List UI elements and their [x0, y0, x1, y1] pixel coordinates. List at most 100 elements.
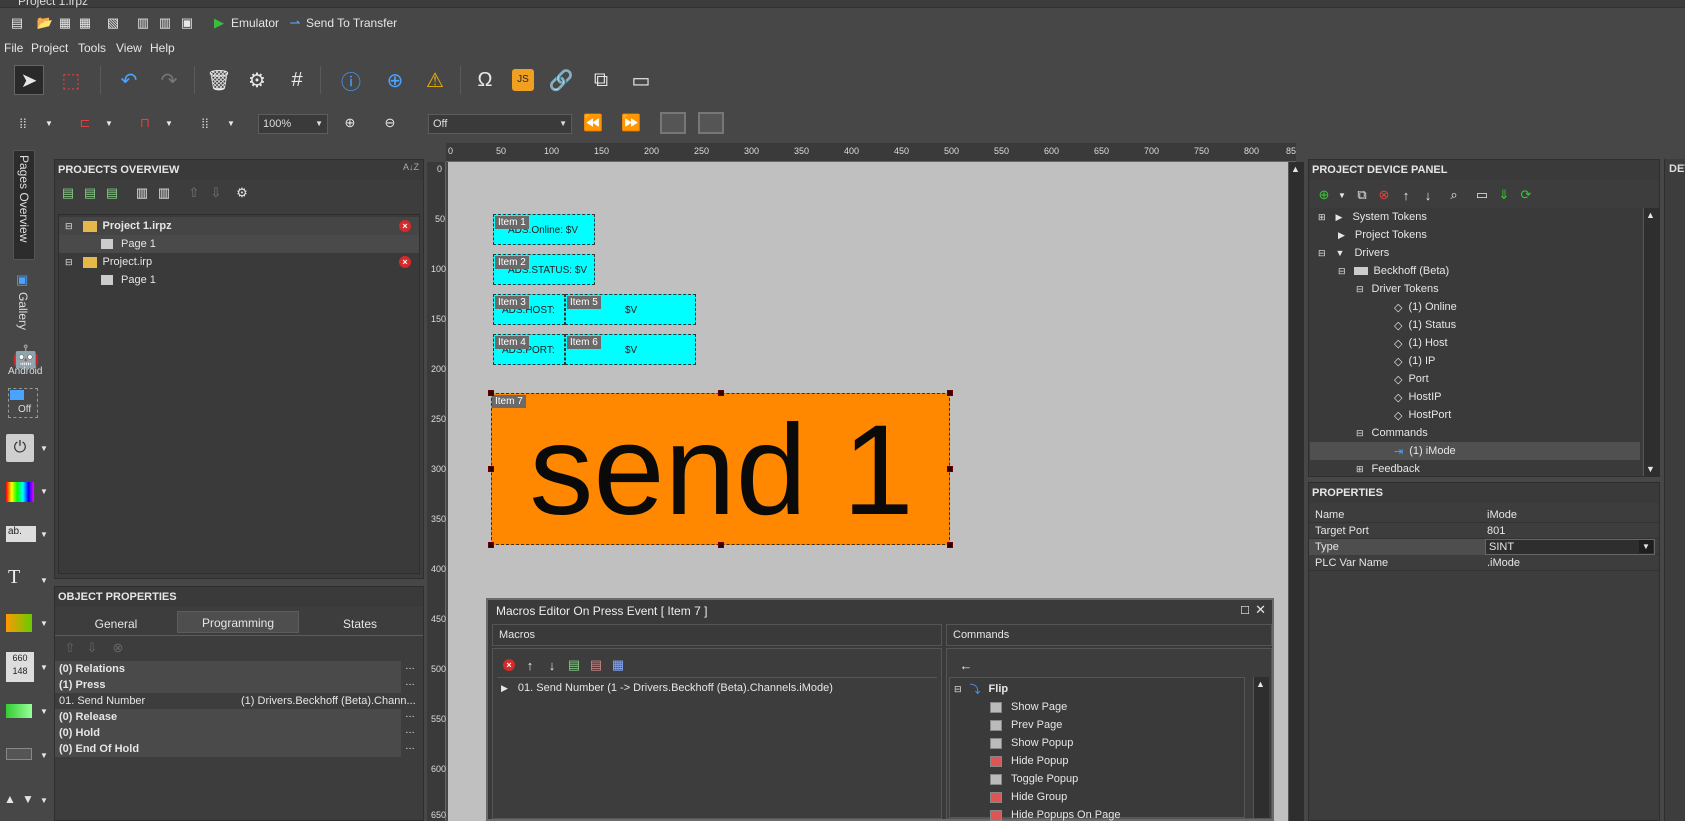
omega-icon[interactable]: Ω: [470, 65, 500, 95]
arrow-up-icon[interactable]: ↑: [1397, 186, 1415, 204]
tree-item-port[interactable]: ◇ Port: [1310, 370, 1640, 388]
layout-icon[interactable]: ⧉: [586, 65, 616, 95]
gallery-tab[interactable]: Gallery: [16, 292, 30, 330]
add-driver-icon[interactable]: ⊕: [1315, 186, 1333, 204]
tree-item-hostip[interactable]: ◇ HostIP: [1310, 388, 1640, 406]
more-button[interactable]: …: [405, 741, 415, 752]
property-row-type[interactable]: Type SINT ▼: [1309, 539, 1659, 555]
tree-item-project-1[interactable]: ⊟ Project 1.irpz: [59, 217, 419, 235]
settings-icon[interactable]: ⚙: [242, 65, 272, 95]
keyboard-icon[interactable]: ▭: [1473, 186, 1491, 204]
more-button[interactable]: …: [405, 661, 415, 672]
zoom-out-icon[interactable]: ⊖: [381, 114, 399, 132]
dropdown-arrow-icon[interactable]: ▼: [222, 114, 240, 132]
expand-icon[interactable]: ⊞: [1318, 212, 1326, 223]
macro-row[interactable]: ▶ 01. Send Number (1 -> Drivers.Beckhoff…: [501, 679, 931, 697]
tree-item-host[interactable]: ◇ (1) Host: [1310, 334, 1640, 352]
canvas-item-5[interactable]: $V Item 5: [565, 294, 696, 325]
numeric-icon[interactable]: 660 148: [6, 652, 34, 682]
chevron-down-icon[interactable]: ▼: [40, 576, 48, 585]
tab-states[interactable]: States: [299, 613, 421, 635]
tab-general[interactable]: General: [55, 613, 177, 635]
collapse-icon[interactable]: ⊟: [1356, 428, 1364, 439]
menu-project[interactable]: Project: [31, 41, 68, 55]
command-toggle-popup[interactable]: Toggle Popup: [990, 770, 1078, 788]
collapse-icon[interactable]: ⊟: [1338, 266, 1346, 277]
command-hide-group[interactable]: Hide Group: [990, 788, 1067, 806]
frame-icon[interactable]: ▭: [626, 65, 656, 95]
canvas-item-1[interactable]: ADS.Online: $V Item 1: [493, 214, 595, 245]
commands-scrollbar[interactable]: ▲: [1253, 677, 1269, 818]
gallery-icon[interactable]: ▣: [16, 272, 28, 288]
more-button[interactable]: …: [405, 677, 415, 688]
menu-view[interactable]: View: [116, 41, 142, 55]
canvas-item-3[interactable]: ADS.HOST: Item 3: [493, 294, 565, 325]
chevron-down-icon[interactable]: ▼: [1333, 186, 1351, 204]
arrow-down-icon[interactable]: ↓: [1419, 186, 1437, 204]
download-icon[interactable]: ⇓: [1495, 186, 1513, 204]
end-of-hold-row[interactable]: (0) End Of Hold: [55, 741, 401, 757]
chevron-down-icon[interactable]: ▼: [1639, 540, 1653, 553]
dropdown-arrow-icon[interactable]: ▼: [160, 114, 178, 132]
target-icon[interactable]: ⊕: [380, 65, 410, 95]
macro-add-icon[interactable]: ▤: [565, 656, 583, 674]
press-row[interactable]: (1) Press: [55, 677, 401, 693]
resize-handle[interactable]: [718, 542, 724, 548]
tree-item-ip[interactable]: ◇ (1) IP: [1310, 352, 1640, 370]
save-icon[interactable]: ▦: [56, 14, 74, 32]
tree-item-beckhoff[interactable]: ⊟ Beckhoff (Beta): [1310, 262, 1640, 280]
send-number-row[interactable]: 01. Send Number (1) Drivers.Beckhoff (Be…: [55, 693, 419, 709]
collapse-icon[interactable]: ⊟: [954, 684, 962, 695]
resize-handle[interactable]: [947, 542, 953, 548]
move-down-icon[interactable]: ⇩: [83, 639, 101, 657]
macro-remove-icon[interactable]: ▤: [587, 656, 605, 674]
resize-handle[interactable]: [947, 466, 953, 472]
tree-item-hostport[interactable]: ◇ HostPort: [1310, 406, 1640, 424]
more-button[interactable]: …: [405, 725, 415, 736]
new-project-icon[interactable]: ▤: [8, 14, 26, 32]
macro-save-icon[interactable]: ▦: [609, 656, 627, 674]
macro-up-icon[interactable]: ↑: [521, 656, 539, 674]
select-arrow-icon[interactable]: ➤: [14, 65, 44, 95]
chevron-down-icon[interactable]: ▼: [40, 796, 48, 805]
release-row[interactable]: (0) Release: [55, 709, 401, 725]
export-icon[interactable]: ▣: [178, 14, 196, 32]
menu-file[interactable]: File: [4, 41, 23, 55]
tree-item-driver-tokens[interactable]: ⊟ Driver Tokens: [1310, 280, 1640, 298]
collapse-icon[interactable]: ⊟: [65, 257, 73, 268]
refresh-icon[interactable]: ⟳: [1517, 186, 1535, 204]
tree-item-status[interactable]: ◇ (1) Status: [1310, 316, 1640, 334]
page-prev-icon[interactable]: [660, 112, 686, 134]
tree-item-online[interactable]: ◇ (1) Online: [1310, 298, 1640, 316]
resize-handle[interactable]: [947, 390, 953, 396]
canvas-item-7[interactable]: send 1 Item 7: [488, 390, 953, 548]
menu-help[interactable]: Help: [150, 41, 175, 55]
expand-icon[interactable]: ▶: [501, 683, 508, 694]
hold-row[interactable]: (0) Hold: [55, 725, 401, 741]
tree-item-project-tokens[interactable]: ▶ Project Tokens: [1310, 226, 1640, 244]
scroll-up-icon[interactable]: ▲: [1291, 164, 1300, 174]
property-row-target-port[interactable]: Target Port 801: [1309, 523, 1659, 539]
redo-icon[interactable]: ↷: [154, 65, 184, 95]
level-icon[interactable]: [6, 704, 32, 718]
chevron-down-icon[interactable]: ▼: [40, 619, 48, 628]
paste-page-icon[interactable]: ▥: [155, 184, 173, 202]
macro-down-icon[interactable]: ↓: [543, 656, 561, 674]
chevron-down-icon[interactable]: ▼: [40, 487, 48, 496]
color-gradient-icon[interactable]: [6, 482, 34, 502]
collapse-icon[interactable]: ⊟: [65, 221, 73, 232]
resize-handle[interactable]: [718, 390, 724, 396]
command-hide-popups-on-page[interactable]: Hide Popups On Page: [990, 806, 1120, 821]
power-icon[interactable]: ⏻: [6, 434, 34, 462]
chevron-down-icon[interactable]: ▼: [40, 663, 48, 672]
tree-item-page-1[interactable]: Page 1: [59, 235, 419, 253]
dropdown-arrow-icon[interactable]: ▼: [100, 114, 118, 132]
menu-tools[interactable]: Tools: [78, 41, 106, 55]
collapse-icon[interactable]: ⊟: [1356, 284, 1364, 295]
align-left-icon[interactable]: ⊏: [76, 114, 94, 132]
canvas-item-2[interactable]: ADS.STATUS: $V Item 2: [493, 254, 595, 285]
delete-macro-icon[interactable]: ×: [503, 659, 515, 671]
property-row-name[interactable]: Name iMode: [1309, 507, 1659, 523]
add-page-icon[interactable]: ▤: [81, 184, 99, 202]
command-show-popup[interactable]: Show Popup: [990, 734, 1073, 752]
